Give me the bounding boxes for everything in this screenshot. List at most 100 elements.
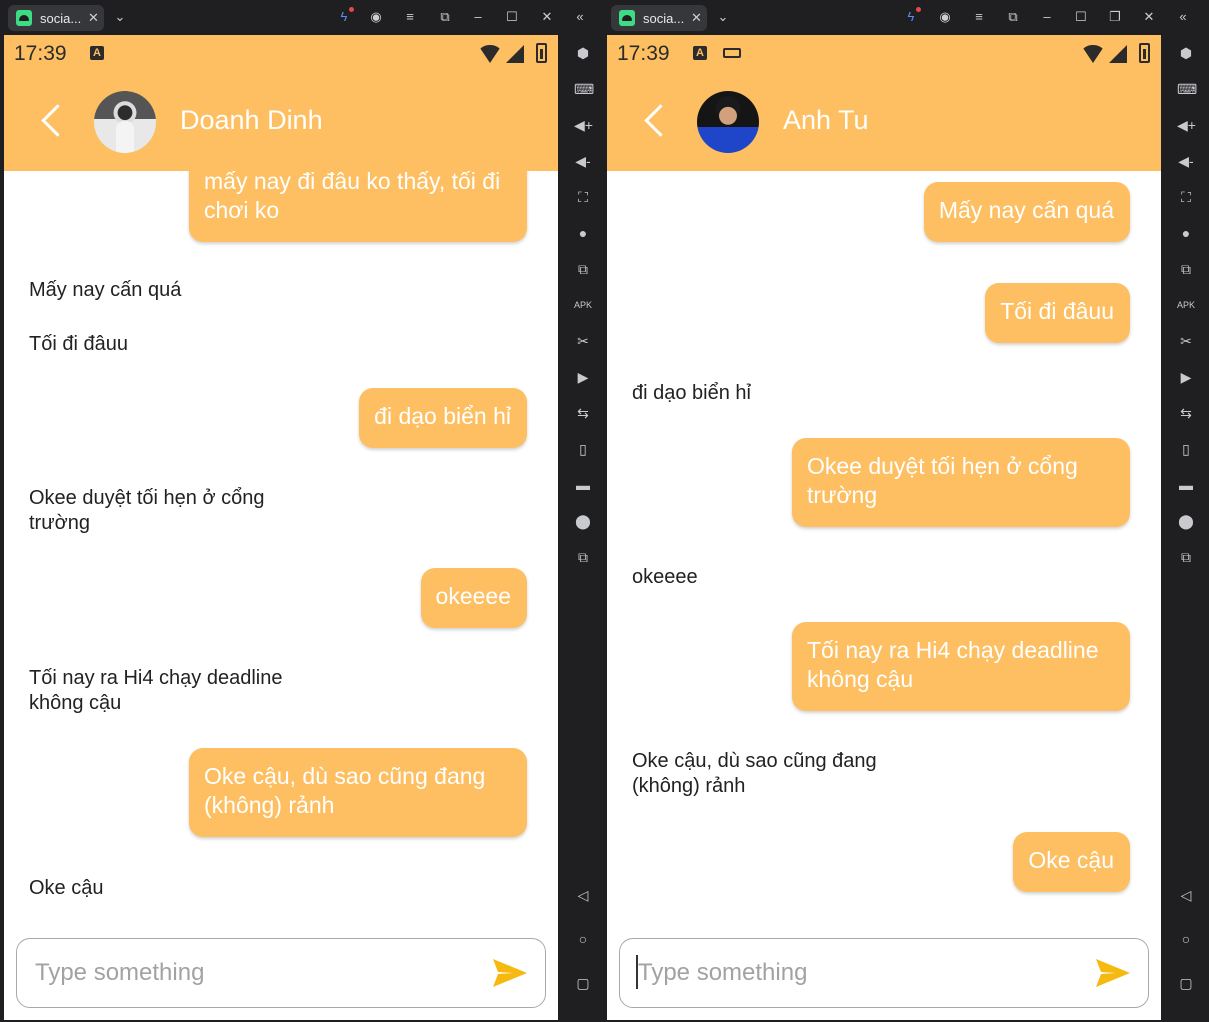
message-received: Okee duyệt tối hẹn ở cổng trường — [29, 487, 265, 534]
notification-a-icon: A — [90, 46, 104, 60]
message-sent: Oke cậu — [1013, 832, 1130, 892]
message-received: đi dạo biển hỉ — [632, 382, 751, 404]
send-icon[interactable] — [1094, 956, 1132, 990]
message-sent: okeeee — [420, 568, 527, 628]
cut-icon[interactable]: ✂ — [1177, 332, 1195, 350]
menu-icon[interactable]: ≡ — [971, 9, 987, 25]
settings-hex-icon[interactable]: ⬢ — [574, 44, 592, 62]
tab-dropdown-icon[interactable]: ⌄ — [715, 9, 731, 25]
volume-up-icon[interactable]: ◀+ — [574, 116, 593, 134]
back-button[interactable] — [34, 101, 68, 141]
multi-instance-icon[interactable]: ⧉ — [1177, 260, 1195, 278]
rotate-icon[interactable]: ⧉ — [1177, 548, 1195, 566]
nav-recents-icon[interactable]: ▢ — [1177, 974, 1195, 992]
signal-icon — [506, 45, 524, 63]
screenshot-icon[interactable]: ⛶ — [1177, 188, 1195, 206]
close-icon[interactable]: ✕ — [1141, 9, 1157, 25]
message-sent: Tối nay ra Hi4 chạy deadline không cậu — [792, 622, 1130, 711]
titlebar: socia... ✕ ⌄ ϟ ◉ ≡ ⧉ – ☐ ✕ « — [2, 0, 604, 34]
phone-screen: 17:39 A Anh Tu Mấy nay cấn quá Tối đi đâ… — [607, 35, 1161, 1020]
nav-home-icon[interactable]: ○ — [1177, 930, 1195, 948]
message-input[interactable] — [35, 957, 475, 989]
message-received: Tối đi đâuu — [29, 333, 128, 355]
shake-icon[interactable]: ▯ — [1177, 440, 1195, 458]
cut-icon[interactable]: ✂ — [574, 332, 592, 350]
app-tab[interactable]: socia... ✕ — [611, 5, 707, 31]
avatar[interactable] — [697, 91, 759, 153]
sync-icon[interactable]: ⇆ — [1177, 404, 1195, 422]
keyboard-icon[interactable]: ⌨ — [574, 80, 594, 98]
message-received: Mấy nay cấn quá — [29, 279, 182, 301]
message-received: okeeee — [632, 566, 698, 588]
location-icon[interactable]: ⬤ — [1177, 512, 1195, 530]
record-icon[interactable]: ▶ — [574, 368, 592, 386]
contact-name: Anh Tu — [783, 105, 869, 135]
nav-home-icon[interactable]: ○ — [574, 930, 592, 948]
maximize-icon[interactable]: ☐ — [1073, 9, 1089, 25]
maximize-icon[interactable]: ☐ — [504, 9, 520, 25]
avatar[interactable] — [94, 91, 156, 153]
minimize-icon[interactable]: – — [1039, 9, 1055, 25]
location-icon[interactable]: ⬤ — [574, 512, 592, 530]
sync-icon[interactable]: ⇆ — [574, 404, 592, 422]
message-received: Oke cậu, dù sao cũng đang (không) rảnh — [632, 750, 877, 797]
keyboard-status-icon — [723, 48, 741, 58]
status-bar: 17:39 A — [607, 35, 1161, 71]
signal-icon — [1109, 45, 1127, 63]
app-tab[interactable]: socia... ✕ — [8, 5, 104, 31]
message-sent: đi dạo biển hỉ — [359, 388, 527, 448]
install-icon[interactable]: ● — [574, 224, 592, 242]
emulator-window-right: socia... ✕ ⌄ ϟ ◉ ≡ ⧉ – ☐ ❐ ✕ « 17:39 A A… — [605, 0, 1207, 1022]
android-icon — [619, 10, 635, 26]
message-list[interactable]: mấy nay đi đâu ko thấy, tối đi chơi ko M… — [4, 171, 558, 933]
apk-icon[interactable]: APK — [574, 296, 592, 314]
battery-icon — [1139, 43, 1150, 63]
tab-close-icon[interactable]: ✕ — [691, 10, 702, 26]
collapse-sidebar-icon[interactable]: « — [1175, 9, 1191, 25]
install-icon[interactable]: ● — [1177, 224, 1195, 242]
tab-close-icon[interactable]: ✕ — [88, 10, 99, 26]
record-icon[interactable]: ▶ — [1177, 368, 1195, 386]
boost-icon[interactable]: ϟ — [903, 7, 921, 25]
emulator-window-left: socia... ✕ ⌄ ϟ ◉ ≡ ⧉ – ☐ ✕ « 17:39 A Doa… — [2, 0, 604, 1022]
message-sent: Mấy nay cấn quá — [923, 182, 1130, 242]
screenshot-icon[interactable]: ⛶ — [574, 188, 592, 206]
nav-back-icon[interactable]: ◁ — [574, 886, 592, 904]
restore-screen-icon[interactable]: ⧉ — [437, 9, 453, 25]
minimize-icon[interactable]: – — [470, 9, 486, 25]
settings-hex-icon[interactable]: ⬢ — [1177, 44, 1195, 62]
restore-icon[interactable]: ❐ — [1107, 9, 1123, 25]
keyboard-icon[interactable]: ⌨ — [1177, 80, 1197, 98]
tab-title: socia... — [643, 10, 685, 26]
volume-down-icon[interactable]: ◀- — [574, 152, 592, 170]
back-button[interactable] — [637, 101, 671, 141]
apk-icon[interactable]: APK — [1177, 296, 1195, 314]
message-input[interactable] — [638, 957, 1078, 989]
collapse-sidebar-icon[interactable]: « — [572, 9, 588, 25]
nav-back-icon[interactable]: ◁ — [1177, 886, 1195, 904]
emulator-sidebar: ⬢ ⌨ ◀+ ◀- ⛶ ● ⧉ APK ✂ ▶ ⇆ ▯ ▬ ⬤ ⧉ ◁ ○ ▢ — [560, 34, 604, 1022]
folder-icon[interactable]: ▬ — [574, 476, 592, 494]
account-icon[interactable]: ◉ — [368, 9, 384, 25]
message-sent: Oke cậu, dù sao cũng đang (không) rảnh — [189, 748, 527, 837]
rotate-icon[interactable]: ⧉ — [574, 548, 592, 566]
message-list[interactable]: Mấy nay cấn quá Tối đi đâuu đi dạo biển … — [607, 171, 1161, 933]
shake-icon[interactable]: ▯ — [574, 440, 592, 458]
folder-icon[interactable]: ▬ — [1177, 476, 1195, 494]
nav-recents-icon[interactable]: ▢ — [574, 974, 592, 992]
boost-icon[interactable]: ϟ — [336, 7, 354, 25]
close-icon[interactable]: ✕ — [539, 9, 555, 25]
menu-icon[interactable]: ≡ — [402, 9, 418, 25]
status-time: 17:39 — [617, 42, 670, 65]
volume-down-icon[interactable]: ◀- — [1177, 152, 1195, 170]
volume-up-icon[interactable]: ◀+ — [1177, 116, 1196, 134]
chat-header: Doanh Dinh — [4, 71, 558, 171]
wifi-icon — [478, 45, 502, 63]
wifi-icon — [1081, 45, 1105, 63]
send-icon[interactable] — [491, 956, 529, 990]
multi-instance-icon[interactable]: ⧉ — [574, 260, 592, 278]
phone-screen: 17:39 A Doanh Dinh mấy nay đi đâu ko thấ… — [4, 35, 558, 1020]
account-icon[interactable]: ◉ — [937, 9, 953, 25]
tab-dropdown-icon[interactable]: ⌄ — [112, 9, 128, 25]
restore-screen-icon[interactable]: ⧉ — [1005, 9, 1021, 25]
